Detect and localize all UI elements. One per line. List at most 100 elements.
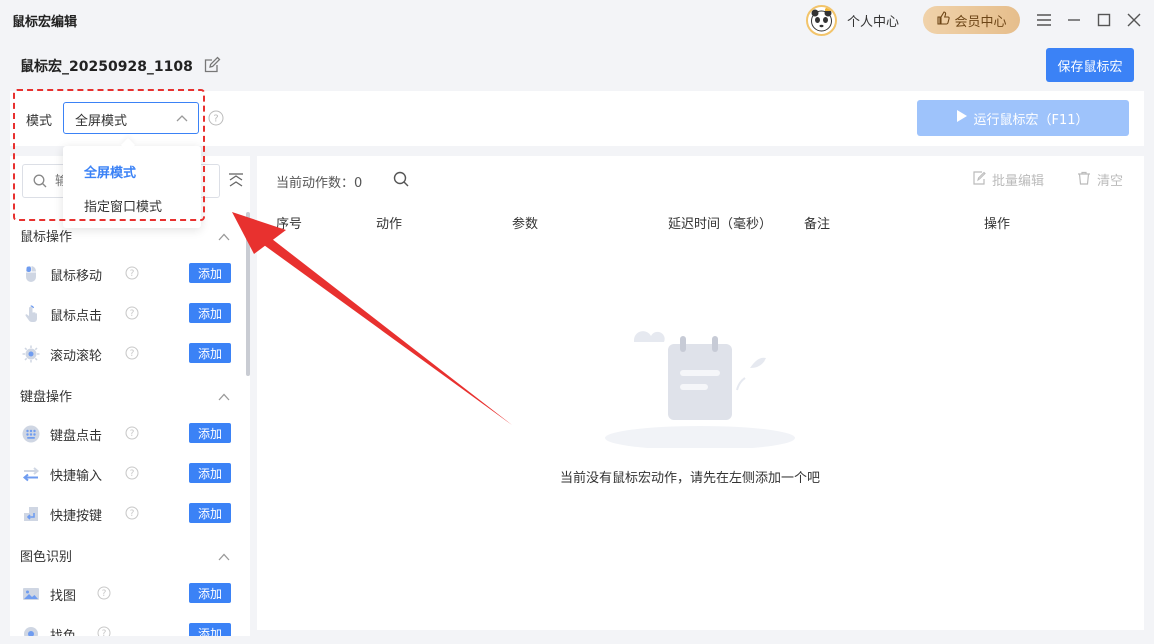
action-item-label: 找图 — [50, 589, 77, 604]
run-macro-label: 运行鼠标宏（F11） — [973, 112, 1089, 128]
mode-select[interactable]: 全屏模式 — [63, 102, 199, 134]
maximize-icon[interactable] — [1094, 10, 1114, 30]
action-item-shortcut-key: 快捷按键 ? 添加 — [22, 501, 244, 525]
chevron-up-icon — [176, 113, 188, 123]
help-icon[interactable]: ? — [208, 110, 224, 126]
action-item-label: 快捷按键 — [50, 509, 103, 524]
chevron-up-icon[interactable] — [218, 230, 230, 241]
mode-select-value: 全屏模式 — [75, 114, 128, 129]
add-button[interactable]: 添加 — [189, 503, 231, 523]
group-title-image-color: 图色识别 — [20, 550, 73, 565]
action-count-label: 当前动作数： — [276, 176, 355, 191]
action-item-mouse-click: 鼠标点击 ? 添加 — [22, 301, 244, 325]
add-button[interactable]: 添加 — [189, 263, 231, 283]
help-icon[interactable]: ? — [97, 626, 111, 636]
vip-center-label: 会员中心 — [954, 14, 1007, 30]
column-header-operation: 操作 — [984, 217, 1011, 232]
edit-icon[interactable] — [203, 56, 221, 74]
action-item-find-color: 找色 ? 添加 — [22, 621, 244, 636]
trash-icon — [1077, 171, 1091, 189]
scroll-wheel-icon — [22, 345, 40, 363]
column-header-index: 序号 — [276, 217, 303, 232]
run-macro-button[interactable]: 运行鼠标宏（F11） — [917, 100, 1129, 136]
empty-state-message: 当前没有鼠标宏动作，请先在左侧添加一个吧 — [560, 471, 821, 486]
svg-text:?: ? — [102, 589, 107, 599]
macro-name: 鼠标宏_20250928_1108 — [20, 59, 193, 75]
column-header-delay: 延迟时间（毫秒） — [668, 217, 773, 232]
chevron-up-icon[interactable] — [218, 390, 230, 401]
mode-option-fullscreen[interactable]: 全屏模式 — [84, 162, 136, 181]
svg-text:?: ? — [130, 269, 135, 279]
add-button[interactable]: 添加 — [189, 623, 231, 636]
svg-text:?: ? — [130, 469, 135, 479]
action-item-label: 找色 — [50, 625, 76, 636]
action-item-quick-input: 快捷输入 ? 添加 — [22, 461, 244, 485]
svg-text:?: ? — [213, 114, 218, 125]
add-button[interactable]: 添加 — [189, 583, 231, 603]
personal-center-link[interactable]: 个人中心 — [847, 11, 899, 30]
enter-key-icon — [22, 505, 40, 523]
chevron-up-icon[interactable] — [218, 550, 230, 561]
minimize-icon[interactable] — [1064, 10, 1084, 30]
search-icon — [33, 174, 47, 188]
group-title-keyboard: 键盘操作 — [20, 390, 73, 405]
mode-dropdown-menu: 全屏模式 指定窗口模式 — [63, 146, 201, 228]
action-item-label: 键盘点击 — [50, 429, 103, 444]
window-title: 鼠标宏编辑 — [12, 15, 78, 30]
help-icon[interactable]: ? — [125, 266, 139, 280]
action-library-panel: 鼠标操作 鼠标移动 ? 添加 鼠标点击 ? 添加 滚动滚轮 ? 添加 键盘操作 … — [10, 156, 250, 636]
batch-edit-button[interactable]: 批量编辑 — [972, 170, 1044, 189]
action-item-label: 快捷输入 — [50, 469, 103, 484]
menu-icon[interactable] — [1034, 10, 1054, 30]
add-button[interactable]: 添加 — [189, 463, 231, 483]
mode-option-window[interactable]: 指定窗口模式 — [84, 196, 162, 215]
help-icon[interactable]: ? — [125, 306, 139, 320]
help-icon[interactable]: ? — [97, 586, 111, 600]
svg-text:?: ? — [130, 309, 135, 319]
action-item-label: 滚动滚轮 — [50, 349, 103, 364]
keypad-icon — [22, 425, 40, 443]
edit-doc-icon — [972, 170, 986, 189]
action-item-find-image: 找图 ? 添加 — [22, 581, 244, 605]
column-header-params: 参数 — [512, 217, 539, 232]
left-panel-scrollbar[interactable] — [246, 212, 250, 376]
column-header-note: 备注 — [804, 217, 831, 232]
svg-text:?: ? — [130, 429, 135, 439]
swap-arrows-icon — [22, 465, 40, 483]
action-item-label: 鼠标点击 — [50, 309, 103, 324]
thumbs-up-icon — [936, 11, 951, 29]
action-item-key-click: 键盘点击 ? 添加 — [22, 421, 244, 445]
add-button[interactable]: 添加 — [189, 423, 231, 443]
action-count-value: 0 — [354, 176, 363, 191]
help-icon[interactable]: ? — [125, 466, 139, 480]
save-macro-button[interactable]: 保存鼠标宏 — [1046, 48, 1134, 82]
collapse-all-icon[interactable] — [228, 172, 244, 188]
title-bar: 鼠标宏编辑 个人中心 会员中心 — [0, 0, 1154, 40]
clear-label: 清空 — [1097, 174, 1124, 189]
color-picker-icon — [22, 625, 40, 636]
image-icon — [22, 585, 40, 603]
action-item-mouse-move: 鼠标移动 ? 添加 — [22, 261, 244, 285]
mouse-icon — [22, 265, 40, 283]
clear-button[interactable]: 清空 — [1077, 170, 1123, 189]
svg-text:?: ? — [130, 509, 135, 519]
group-title-mouse: 鼠标操作 — [20, 230, 73, 245]
action-item-scroll-wheel: 滚动滚轮 ? 添加 — [22, 341, 244, 365]
empty-state-illustration — [600, 318, 800, 450]
hand-click-icon — [22, 305, 40, 323]
add-button[interactable]: 添加 — [189, 303, 231, 323]
help-icon[interactable]: ? — [125, 506, 139, 520]
column-header-action: 动作 — [376, 217, 403, 232]
help-icon[interactable]: ? — [125, 346, 139, 360]
play-icon — [957, 110, 968, 126]
search-icon[interactable] — [393, 171, 409, 187]
vip-center-button[interactable]: 会员中心 — [923, 6, 1020, 34]
svg-text:?: ? — [130, 349, 135, 359]
avatar[interactable] — [806, 5, 837, 36]
help-icon[interactable]: ? — [125, 426, 139, 440]
add-button[interactable]: 添加 — [189, 343, 231, 363]
action-count: 当前动作数：0 — [276, 172, 362, 191]
close-icon[interactable] — [1124, 10, 1144, 30]
action-item-label: 鼠标移动 — [50, 269, 103, 284]
mode-label: 模式 — [26, 114, 53, 129]
